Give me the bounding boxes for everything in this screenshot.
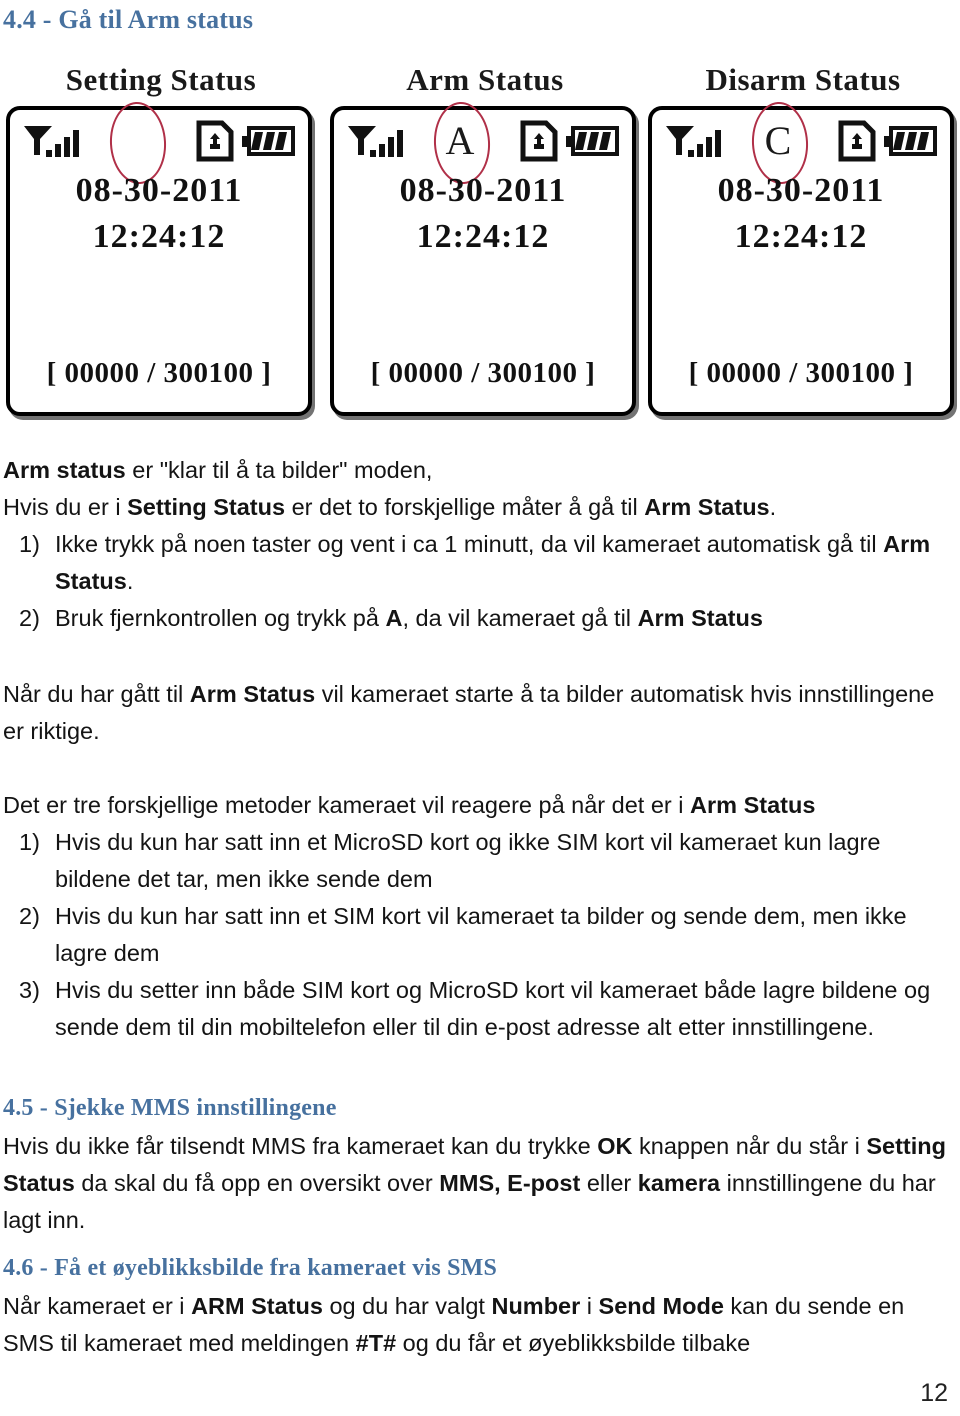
bold-send-mode: Send Mode — [598, 1293, 724, 1319]
paragraph-line: Hvis du ikke får tilsendt MMS fra kamera… — [3, 1128, 957, 1239]
lcd-time: 12:24:12 — [416, 218, 550, 255]
list-item-number: 1) — [19, 829, 40, 855]
bold-setting-status: Setting Status — [127, 494, 286, 520]
antenna-signal-icon — [664, 122, 734, 164]
text: i — [580, 1293, 599, 1319]
lcd-display: A 08-30-2011 12:24:12 [00000 / 300100] — [330, 100, 636, 416]
list-item-number: 2) — [19, 903, 40, 929]
document-page: 4.4 - Gå til Arm status Setting Status 0… — [0, 0, 960, 1416]
text: knappen når du står i — [632, 1133, 867, 1159]
list-three-methods: 1) Hvis du kun har satt inn et MicroSD ko… — [3, 824, 957, 1046]
paragraph-auto-photos: Når du har gått til Arm Status vil kamer… — [3, 676, 957, 750]
lcd-display: 08-30-2011 12:24:12 [ 00000 / 300100 ] — [6, 100, 312, 416]
paragraph-line: Det er tre forskjellige metoder kameraet… — [3, 787, 957, 824]
text: . — [126, 568, 134, 594]
list-ways-to-arm: 1) Ikke trykk på noen taster og vent i ca… — [3, 526, 957, 637]
screen-title: Setting Status — [65, 62, 257, 97]
text: Det er tre forskjellige metoder kameraet… — [3, 792, 691, 818]
text: , da vil kameraet gå til — [402, 605, 638, 631]
lcd-date: 08-30-2011 — [717, 172, 885, 209]
text: Hvis du kun har satt inn et MicroSD kort… — [55, 829, 881, 892]
sd-card-icon — [838, 120, 876, 162]
text: Når du har gått til — [3, 681, 190, 707]
sd-card-icon — [196, 120, 234, 162]
list-item: 2) Hvis du kun har satt inn et SIM kort v… — [3, 898, 957, 972]
list-item-number: 2) — [19, 605, 40, 631]
lcd-counter: [ 00000 / 300100 ] — [46, 357, 272, 389]
text: Hvis du ikke får tilsendt MMS fra kamera… — [3, 1133, 598, 1159]
lcd-time: 12:24:12 — [92, 218, 226, 255]
antenna-signal-icon — [22, 122, 92, 164]
paragraph-line: Hvis du er i Setting Status er det to fo… — [3, 489, 957, 526]
paragraph-snapshot-via-sms: Når kameraet er i ARM Status og du har v… — [3, 1288, 957, 1362]
text: og du får et øyeblikksbilde tilbake — [396, 1330, 751, 1356]
text: Bruk fjernkontrollen og trykk på — [55, 605, 386, 631]
lcd-screens-figure: Setting Status 08-30-2011 12:24:12 [000… — [0, 58, 960, 438]
bold-ok-button: OK — [597, 1133, 633, 1159]
lcd-counter: [ 00000 / 300100 ] — [370, 357, 596, 389]
antenna-signal-icon — [346, 122, 416, 164]
bold-sms-command: #T# — [355, 1330, 397, 1356]
battery-icon — [884, 125, 938, 157]
bold-arm-status: Arm Status — [637, 605, 763, 631]
bold-arm-status: Arm Status — [189, 681, 316, 707]
bold-kamera: kamera — [637, 1170, 721, 1196]
text: Ikke trykk på noen taster og vent i ca 1… — [55, 531, 884, 557]
bold-key-a: A — [385, 605, 403, 631]
lcd-date: 08-30-2011 — [399, 172, 567, 209]
screen-disarm-status: Disarm Status C 08-30-2011 12:24:12 [00… — [648, 58, 958, 438]
list-item: 1) Hvis du kun har satt inn et MicroSD ko… — [3, 824, 957, 898]
paragraph-line: Arm status er "klar til å ta bilder" mod… — [3, 452, 957, 489]
list-item: 2) Bruk fjernkontrollen og trykk på A, da… — [3, 600, 957, 637]
paragraph-check-mms-settings: Hvis du ikke får tilsendt MMS fra kamera… — [3, 1128, 957, 1239]
text: er "klar til å ta bilder" moden, — [125, 457, 433, 483]
section-heading-4-5: 4.5 - Sjekke MMS innstillingene — [3, 1095, 337, 1121]
bold-arm-status: Arm status — [3, 457, 126, 483]
bold-number: Number — [491, 1293, 581, 1319]
screen-setting-status: Setting Status 08-30-2011 12:24:12 [000… — [6, 58, 316, 438]
paragraph-three-methods-intro: Det er tre forskjellige metoder kameraet… — [3, 787, 957, 824]
lcd-display: C 08-30-2011 12:24:12 [00000 / 300100] — [648, 100, 954, 416]
section-heading-4-4: 4.4 - Gå til Arm status — [3, 5, 254, 34]
list-item: 3) Hvis du setter inn både SIM kort og Mi… — [3, 972, 957, 1046]
text: er det to forskjellige måter å gå til — [285, 494, 645, 520]
page-number: 12 — [920, 1379, 948, 1407]
lcd-status-bar: A — [334, 100, 632, 186]
screen-title: Disarm Status — [705, 62, 901, 97]
paragraph-line: Når kameraet er i ARM Status og du har v… — [3, 1288, 957, 1362]
paragraph-line: Når du har gått til Arm Status vil kamer… — [3, 676, 957, 750]
list-item-number: 1) — [19, 531, 40, 557]
text: . — [769, 494, 777, 520]
text: Hvis du kun har satt inn et SIM kort vil… — [55, 903, 907, 966]
list-item: 1) Ikke trykk på noen taster og vent i ca… — [3, 526, 957, 600]
lcd-date: 08-30-2011 — [75, 172, 243, 209]
paragraph-arm-status-intro: Arm status er "klar til å ta bilder" mod… — [3, 452, 957, 526]
bold-arm-status: Arm Status — [644, 494, 770, 520]
text: Hvis du er i — [3, 494, 128, 520]
text: da skal du få opp en oversikt over — [74, 1170, 440, 1196]
bold-arm-status: Arm Status — [690, 792, 816, 818]
lcd-counter: [ 00000 / 300100 ] — [688, 357, 914, 389]
text: Hvis du setter inn både SIM kort og Micr… — [55, 977, 931, 1040]
screen-title: Arm Status — [406, 62, 564, 97]
sd-card-icon — [520, 120, 558, 162]
bold-arm-status: ARM Status — [191, 1293, 323, 1319]
lcd-status-bar: C — [652, 100, 950, 186]
list-item-number: 3) — [19, 977, 40, 1003]
battery-icon — [242, 125, 296, 157]
lcd-status-bar — [10, 100, 308, 186]
screen-arm-status: Arm Status A 08-30-2011 12:24:12 [00000… — [330, 58, 640, 438]
text: og du har valgt — [322, 1293, 492, 1319]
text: Når kameraet er i — [3, 1293, 192, 1319]
text: eller — [580, 1170, 638, 1196]
lcd-time: 12:24:12 — [734, 218, 868, 255]
section-heading-4-6: 4.6 - Få et øyeblikksbilde fra kameraet … — [3, 1255, 498, 1281]
bold-mms-epost: MMS, E-post — [439, 1170, 581, 1196]
battery-icon — [566, 125, 620, 157]
